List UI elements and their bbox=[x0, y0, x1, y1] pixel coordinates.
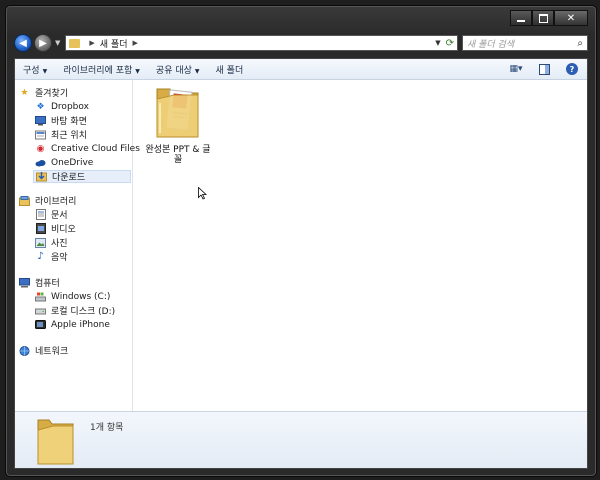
nav-item-downloads[interactable]: 다운로드 bbox=[33, 170, 131, 183]
arrow-right-icon: ▶ bbox=[39, 37, 47, 49]
nav-item-creative-cloud[interactable]: ◉ Creative Cloud Files bbox=[35, 142, 140, 155]
nav-item-apple-iphone[interactable]: Apple iPhone bbox=[35, 318, 131, 331]
chevron-right-icon[interactable]: ▶ bbox=[132, 39, 137, 47]
navigation-pane: ★ 즐겨찾기 ❖ Dropbox 바탕 화면 최근 위치 ◉ Creative … bbox=[15, 80, 140, 412]
help-icon: ? bbox=[566, 63, 578, 75]
music-note-icon: ♪ bbox=[37, 251, 44, 262]
close-button[interactable]: ✕ bbox=[554, 10, 588, 26]
back-button[interactable]: ◀ bbox=[14, 34, 32, 52]
minimize-button[interactable] bbox=[510, 10, 532, 26]
include-in-library-button[interactable]: 라이브러리에 포함 ▼ bbox=[63, 63, 140, 76]
nav-item-desktop[interactable]: 바탕 화면 bbox=[35, 114, 131, 127]
change-view-icon[interactable]: ▦▾ bbox=[509, 63, 523, 75]
caret-down-icon: ▼ bbox=[194, 67, 200, 75]
nav-favorites[interactable]: ★ 즐겨찾기 bbox=[19, 86, 129, 100]
folder-icon bbox=[69, 38, 81, 48]
network-icon bbox=[19, 345, 30, 356]
address-bar[interactable]: ▶ 새 폴더 ▶ ▼ ⟳ bbox=[65, 35, 458, 51]
search-icon[interactable]: ⌕ bbox=[577, 38, 583, 49]
documents-icon bbox=[35, 209, 46, 220]
nav-libraries[interactable]: 라이브러리 bbox=[19, 194, 129, 207]
onedrive-icon bbox=[35, 157, 46, 168]
nav-item-dropbox[interactable]: ❖ Dropbox bbox=[35, 100, 131, 113]
caption-buttons: ✕ bbox=[510, 10, 588, 26]
breadcrumb-new-folder[interactable]: 새 폴더 bbox=[100, 37, 128, 50]
body-area: ★ 즐겨찾기 ❖ Dropbox 바탕 화면 최근 위치 ◉ Creative … bbox=[15, 80, 587, 412]
maximize-icon bbox=[538, 13, 548, 23]
pictures-icon bbox=[35, 237, 46, 248]
file-list-pane[interactable]: 완성본 PPT & 글꼴 bbox=[133, 80, 587, 412]
details-pane: 1개 항목 bbox=[15, 411, 587, 468]
iphone-icon bbox=[35, 319, 46, 330]
nav-item-documents[interactable]: 문서 bbox=[35, 208, 131, 221]
star-icon: ★ bbox=[20, 87, 29, 98]
search-placeholder: 새 폴더 검색 bbox=[467, 39, 515, 50]
hard-drive-icon bbox=[35, 305, 46, 316]
file-item-folder[interactable]: 완성본 PPT & 글꼴 bbox=[143, 83, 213, 165]
caret-down-icon: ▼ bbox=[135, 67, 140, 75]
search-input[interactable]: 새 폴더 검색 ⌕ bbox=[462, 35, 588, 51]
nav-item-music[interactable]: ♪ 음악 bbox=[35, 250, 131, 263]
nav-item-recent-places[interactable]: 최근 위치 bbox=[35, 128, 131, 141]
command-bar: 구성 ▼ 라이브러리에 포함 ▼ 공유 대상 ▼ 새 폴더 ▦▾ ? bbox=[15, 59, 587, 80]
nav-computer[interactable]: 컴퓨터 bbox=[19, 276, 129, 289]
downloads-folder-icon bbox=[36, 171, 47, 182]
address-dropdown-icon[interactable]: ▼ bbox=[435, 39, 440, 47]
help-button[interactable]: ? bbox=[565, 63, 579, 75]
navigation-row: ◀ ▶ ▼ ▶ 새 폴더 ▶ ▼ ⟳ 새 폴더 검색 ⌕ bbox=[14, 32, 588, 54]
preview-pane-icon[interactable] bbox=[537, 63, 551, 75]
refresh-icon[interactable]: ⟳ bbox=[446, 38, 454, 49]
nav-network[interactable]: 네트워크 bbox=[19, 344, 129, 357]
folder-icon bbox=[154, 83, 202, 141]
recent-places-icon bbox=[35, 129, 46, 140]
nav-item-drive-c[interactable]: Windows (C:) bbox=[35, 290, 131, 303]
computer-icon bbox=[19, 277, 30, 288]
new-folder-button[interactable]: 새 폴더 bbox=[216, 63, 244, 76]
file-item-name: 완성본 PPT & 글꼴 bbox=[145, 145, 211, 165]
system-drive-icon bbox=[35, 291, 46, 302]
minimize-icon bbox=[517, 19, 525, 22]
nav-item-onedrive[interactable]: OneDrive bbox=[35, 156, 131, 169]
recent-pages-dropdown[interactable]: ▼ bbox=[55, 39, 60, 47]
mouse-cursor-icon bbox=[198, 186, 208, 203]
nav-item-drive-d[interactable]: 로컬 디스크 (D:) bbox=[35, 304, 131, 317]
chevron-right-icon[interactable]: ▶ bbox=[89, 39, 94, 47]
close-icon: ✕ bbox=[566, 12, 576, 24]
library-icon bbox=[19, 195, 30, 206]
share-with-button[interactable]: 공유 대상 ▼ bbox=[156, 63, 200, 76]
nav-item-pictures[interactable]: 사진 bbox=[35, 236, 131, 249]
dropbox-icon: ❖ bbox=[36, 101, 45, 112]
arrow-left-icon: ◀ bbox=[19, 37, 27, 49]
videos-icon bbox=[35, 223, 46, 234]
explorer-window: ✕ ◀ ▶ ▼ ▶ 새 폴더 ▶ ▼ ⟳ 새 폴더 검색 ⌕ 구성 ▼ 라이브러리… bbox=[5, 5, 597, 477]
caret-down-icon: ▼ bbox=[42, 67, 48, 75]
item-count: 1개 항목 bbox=[90, 423, 124, 433]
explorer-client: 구성 ▼ 라이브러리에 포함 ▼ 공유 대상 ▼ 새 폴더 ▦▾ ? ★ 즐겨찾기 ❖… bbox=[14, 58, 588, 469]
maximize-button[interactable] bbox=[532, 10, 554, 26]
desktop-icon bbox=[35, 115, 46, 126]
nav-item-videos[interactable]: 비디오 bbox=[35, 222, 131, 235]
folder-thumbnail-icon bbox=[35, 416, 77, 466]
forward-button[interactable]: ▶ bbox=[34, 34, 52, 52]
organize-button[interactable]: 구성 ▼ bbox=[23, 63, 47, 76]
creative-cloud-icon: ◉ bbox=[36, 143, 45, 154]
